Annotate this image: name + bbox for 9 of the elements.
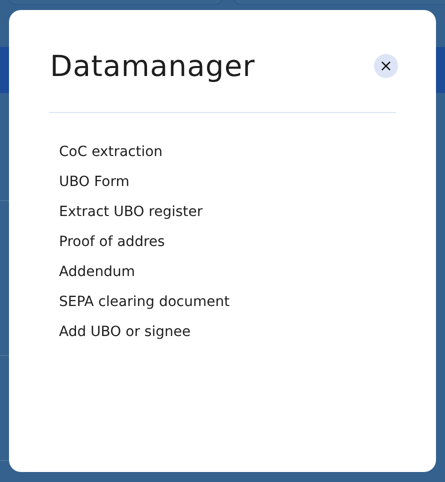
menu-item[interactable]: Proof of addres	[59, 232, 165, 252]
menu-item[interactable]: UBO Form	[59, 172, 130, 192]
menu-item[interactable]: Add UBO or signee	[59, 322, 191, 342]
menu-item[interactable]: Extract UBO register	[59, 202, 203, 222]
menu-item[interactable]: SEPA clearing document	[59, 292, 230, 312]
menu-item[interactable]: Addendum	[59, 262, 135, 282]
dialog-title: Datamanager	[50, 48, 256, 85]
close-button[interactable]: ×	[374, 54, 398, 78]
menu-item[interactable]: CoC extraction	[59, 142, 163, 162]
